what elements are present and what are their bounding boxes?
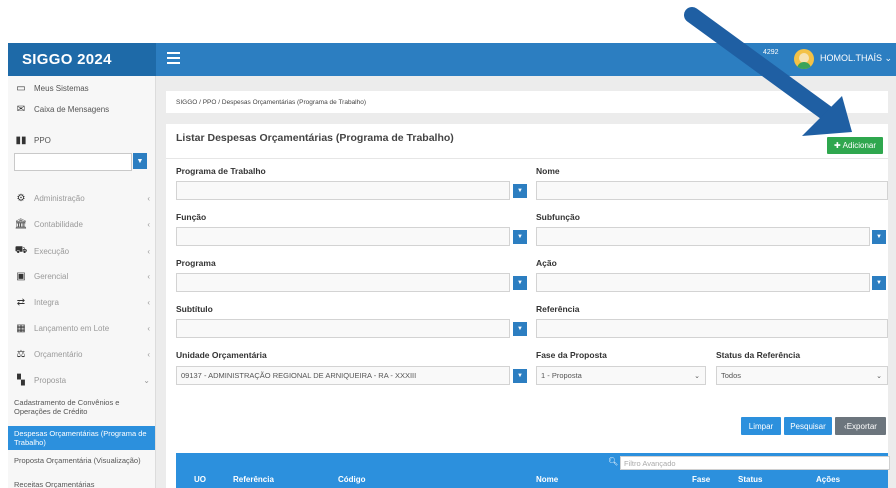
- submenu-item-convenios[interactable]: Cadastramento de Convênios e Operações d…: [14, 398, 150, 416]
- results-table-header: 🔍︎ Filtro Avançado UO Referência Código …: [176, 453, 890, 488]
- programa-trabalho-input[interactable]: [176, 181, 510, 200]
- label-status-referencia: Status da Referência: [716, 350, 801, 360]
- acao-dropdown-button[interactable]: ▼: [872, 276, 886, 290]
- sidebar-item-proposta[interactable]: ▚ Proposta ⌄: [14, 375, 150, 386]
- sidebar-item-meus-sistemas[interactable]: ▭ Meus Sistemas: [14, 83, 150, 94]
- label-acao: Ação: [536, 258, 557, 268]
- column-header-uo[interactable]: UO: [194, 475, 206, 484]
- unidade-orcamentaria-dropdown-button[interactable]: ▼: [513, 369, 527, 383]
- sidebar-item-label: Caixa de Mensagens: [34, 105, 110, 114]
- divider: [166, 158, 888, 159]
- fase-proposta-select[interactable]: 1 - Proposta ⌄: [536, 366, 706, 385]
- submenu-item-proposta-visualizacao[interactable]: Proposta Orçamentária (Visualização): [14, 456, 150, 465]
- top-bar: SIGGO 2024 4292 HOMOL.THAÍS ⌄: [8, 43, 896, 76]
- chevron-left-icon: ‹: [147, 220, 150, 229]
- chevron-left-icon: ‹: [147, 350, 150, 359]
- column-header-referencia[interactable]: Referência: [233, 475, 274, 484]
- chevron-left-icon: ‹: [147, 298, 150, 307]
- ppo-dropdown-button[interactable]: ▼: [133, 153, 147, 169]
- integration-icon: ⇄: [16, 297, 26, 308]
- sidebar-item-administracao[interactable]: ⚙ Administração ‹: [14, 193, 150, 204]
- nome-input[interactable]: [536, 181, 888, 200]
- advanced-filter-input[interactable]: Filtro Avançado: [620, 456, 890, 470]
- envelope-icon: ✉: [16, 104, 26, 115]
- subtitulo-input[interactable]: [176, 319, 510, 338]
- ppo-select[interactable]: [14, 153, 132, 171]
- monitor-icon: ▭: [16, 83, 26, 94]
- label-unidade-orcamentaria: Unidade Orçamentária: [176, 350, 267, 360]
- column-header-nome[interactable]: Nome: [536, 475, 558, 484]
- user-menu[interactable]: HOMOL.THAÍS ⌄: [820, 53, 892, 64]
- proposal-icon: ▚: [17, 375, 25, 386]
- report-icon: ▣: [16, 271, 26, 282]
- label-subtitulo: Subtítulo: [176, 304, 213, 314]
- programa-dropdown-button[interactable]: ▼: [513, 276, 527, 290]
- bank-icon: 🏛: [14, 219, 28, 230]
- column-header-codigo[interactable]: Código: [338, 475, 366, 484]
- chevron-left-icon: ‹: [147, 324, 150, 333]
- notification-badge[interactable]: 4292: [763, 49, 779, 56]
- funcao-dropdown-button[interactable]: ▼: [513, 230, 527, 244]
- sidebar-ppo-label: ▮▮ PPO: [15, 135, 51, 146]
- chevron-down-icon: ⌄: [694, 372, 700, 380]
- label-programa-trabalho: Programa de Trabalho: [176, 166, 266, 176]
- label-fase-proposta: Fase da Proposta: [536, 350, 607, 360]
- app-window: SIGGO 2024 4292 HOMOL.THAÍS ⌄ ▭ Meus Sis…: [8, 43, 896, 488]
- menu-toggle-icon[interactable]: [167, 52, 180, 64]
- chevron-left-icon: ‹: [147, 272, 150, 281]
- page-title: Listar Despesas Orçamentárias (Programa …: [176, 132, 454, 144]
- search-icon: 🔍︎: [608, 457, 619, 466]
- sidebar-item-lancamento-lote[interactable]: ▦ Lançamento em Lote ‹: [14, 323, 150, 334]
- plus-icon: ✚: [833, 141, 841, 150]
- chevron-left-icon: ‹: [147, 194, 150, 203]
- execution-icon: ⛟: [14, 245, 28, 256]
- sidebar-item-gerencial[interactable]: ▣ Gerencial ‹: [14, 271, 150, 282]
- subtitulo-dropdown-button[interactable]: ▼: [513, 322, 527, 336]
- sidebar-item-caixa-mensagens[interactable]: ✉ Caixa de Mensagens: [14, 104, 150, 115]
- sidebar-item-orcamentario[interactable]: ⚖ Orçamentário ‹: [14, 349, 150, 360]
- chevron-left-icon: ‹: [147, 247, 150, 256]
- subfuncao-dropdown-button[interactable]: ▼: [872, 230, 886, 244]
- sidebar-item-contabilidade[interactable]: 🏛 Contabilidade ‹: [14, 219, 150, 230]
- exportar-button[interactable]: ‹ Exportar: [835, 417, 886, 435]
- referencia-input[interactable]: [536, 319, 888, 338]
- sidebar-item-integra[interactable]: ⇄ Integra ‹: [14, 297, 150, 308]
- label-funcao: Função: [176, 212, 207, 222]
- ppo-icon: ▮▮: [15, 135, 27, 146]
- limpar-button[interactable]: Limpar: [741, 417, 781, 435]
- subfuncao-input[interactable]: [536, 227, 870, 246]
- funcao-input[interactable]: [176, 227, 510, 246]
- sidebar-item-execucao[interactable]: ⛟ Execução ‹: [14, 245, 150, 258]
- chevron-down-icon: ⌄: [884, 53, 893, 63]
- label-programa: Programa: [176, 258, 216, 268]
- submenu-item-despesas[interactable]: Despesas Orçamentárias (Programa de Trab…: [8, 426, 155, 450]
- chevron-down-icon: ⌄: [143, 376, 150, 385]
- acao-input[interactable]: [536, 273, 870, 292]
- main-panel: Listar Despesas Orçamentárias (Programa …: [166, 124, 890, 488]
- budget-icon: ⚖: [16, 349, 26, 360]
- batch-icon: ▦: [16, 323, 26, 334]
- brand-logo[interactable]: SIGGO 2024: [8, 43, 156, 76]
- chevron-down-icon: ⌄: [876, 372, 882, 380]
- sidebar-item-label: Meus Sistemas: [34, 84, 89, 93]
- user-avatar[interactable]: [794, 49, 814, 69]
- status-referencia-select[interactable]: Todos ⌄: [716, 366, 888, 385]
- user-name: HOMOL.THAÍS: [820, 53, 883, 63]
- column-header-status[interactable]: Status: [738, 475, 762, 484]
- label-subfuncao: Subfunção: [536, 212, 580, 222]
- add-button[interactable]: ✚ Adicionar: [827, 137, 883, 154]
- column-header-acoes[interactable]: Ações: [816, 475, 840, 484]
- submenu-item-receitas[interactable]: Receitas Orçamentárias: [14, 480, 150, 488]
- pesquisar-button[interactable]: Pesquisar: [784, 417, 832, 435]
- sidebar: ▭ Meus Sistemas ✉ Caixa de Mensagens ▮▮ …: [8, 76, 156, 488]
- programa-trabalho-dropdown-button[interactable]: ▼: [513, 184, 527, 198]
- gear-icon: ⚙: [16, 193, 26, 204]
- programa-input[interactable]: [176, 273, 510, 292]
- breadcrumb: SIGGO / PPO / Despesas Orçamentárias (Pr…: [166, 91, 888, 113]
- label-nome: Nome: [536, 166, 560, 176]
- column-header-fase[interactable]: Fase: [692, 475, 710, 484]
- label-referencia: Referência: [536, 304, 580, 314]
- unidade-orcamentaria-input[interactable]: 09137 - ADMINISTRAÇÃO REGIONAL DE ARNIQU…: [176, 366, 510, 385]
